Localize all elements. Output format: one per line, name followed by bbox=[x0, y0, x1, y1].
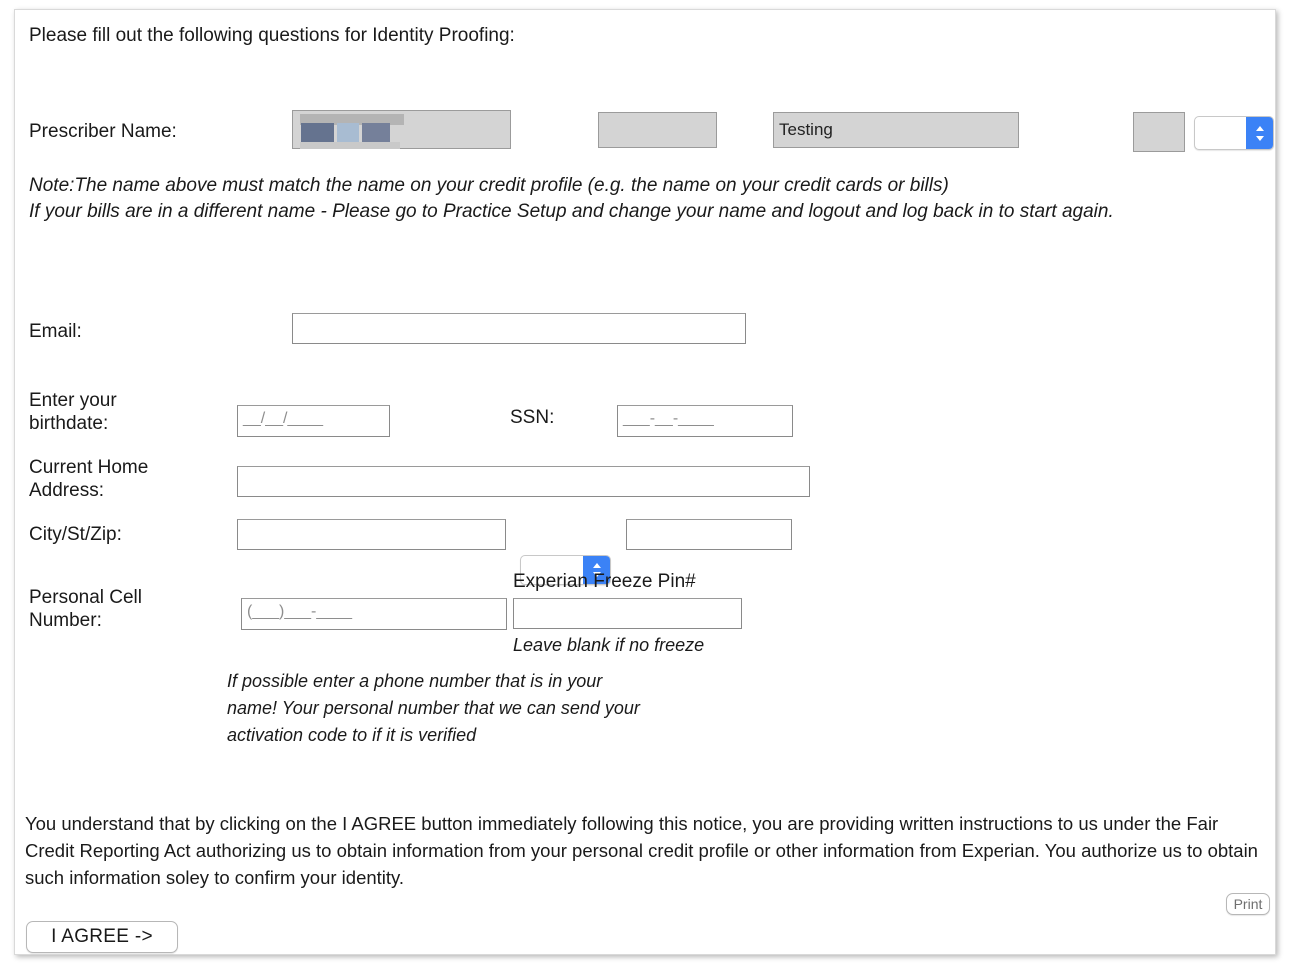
chevron-updown-icon bbox=[1246, 117, 1273, 149]
ssn-field[interactable]: ___-__-____ bbox=[617, 405, 793, 437]
home-address-label: Current Home Address: bbox=[29, 457, 149, 501]
city-state-zip-label: City/St/Zip: bbox=[29, 524, 122, 545]
redaction-block bbox=[300, 142, 400, 149]
freeze-pin-hint: Leave blank if no freeze bbox=[513, 635, 705, 655]
email-label: Email: bbox=[29, 321, 82, 342]
redaction-block bbox=[301, 123, 334, 143]
prescriber-name-label: Prescriber Name: bbox=[29, 121, 177, 142]
city-field[interactable] bbox=[237, 519, 506, 550]
redaction-block bbox=[362, 123, 390, 143]
birthdate-field[interactable]: __/__/____ bbox=[237, 405, 390, 437]
birthdate-label: Enter your birthdate: bbox=[29, 390, 117, 434]
phone-hint: If possible enter a phone number that is… bbox=[227, 671, 640, 745]
freeze-pin-label: Experian Freeze Pin# bbox=[513, 571, 696, 592]
email-field[interactable] bbox=[292, 313, 746, 344]
name-match-note: Note:The name above must match the name … bbox=[29, 175, 1114, 222]
cell-number-label: Personal Cell Number: bbox=[29, 587, 142, 631]
prescriber-credential-select[interactable] bbox=[1194, 116, 1274, 150]
home-address-field[interactable] bbox=[237, 466, 810, 497]
identity-proofing-page: Please fill out the following questions … bbox=[0, 0, 1298, 974]
prescriber-suffix-field[interactable] bbox=[1133, 112, 1185, 152]
zip-field[interactable] bbox=[626, 519, 792, 550]
page-title: Please fill out the following questions … bbox=[29, 25, 515, 46]
freeze-pin-field[interactable] bbox=[513, 598, 742, 629]
i-agree-button[interactable]: I AGREE -> bbox=[26, 921, 178, 953]
prescriber-middle-name-field[interactable] bbox=[598, 112, 717, 148]
fcra-disclaimer: You understand that by clicking on the I… bbox=[25, 813, 1258, 888]
redaction-block bbox=[337, 123, 359, 143]
print-button[interactable]: Print bbox=[1226, 893, 1270, 915]
cell-number-field[interactable]: (___)___-____ bbox=[241, 598, 507, 630]
prescriber-first-name-field[interactable] bbox=[292, 110, 511, 149]
form-panel: Please fill out the following questions … bbox=[14, 9, 1276, 955]
prescriber-last-name-field[interactable]: Testing bbox=[773, 112, 1019, 148]
ssn-label: SSN: bbox=[510, 407, 555, 428]
